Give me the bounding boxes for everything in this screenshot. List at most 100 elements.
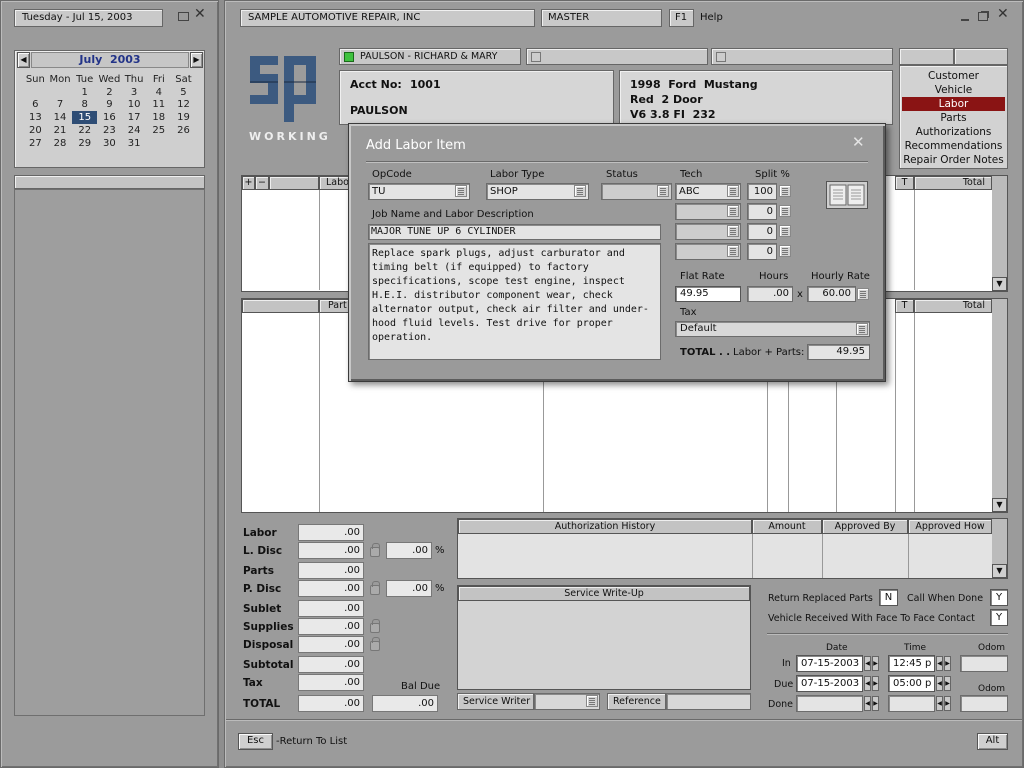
calendar-day[interactable]: 28 <box>48 137 73 150</box>
calendar-day[interactable]: 25 <box>146 124 171 137</box>
call-when-done-field[interactable]: Y <box>990 589 1008 606</box>
tab-3[interactable] <box>711 48 893 65</box>
split-field[interactable]: 100 <box>747 183 777 200</box>
reference-field[interactable] <box>666 693 751 710</box>
calendar-day[interactable]: 2 <box>97 86 122 99</box>
customer-tab[interactable]: PAULSON - RICHARD & MARY <box>339 48 521 65</box>
done-date-next-icon[interactable]: ▶ <box>872 696 879 711</box>
calendar-day[interactable]: 30 <box>97 137 122 150</box>
tax-list-icon[interactable] <box>856 323 868 335</box>
parts-scroll-down-icon[interactable]: ▼ <box>992 498 1007 512</box>
description-field[interactable]: Replace spark plugs, adjust carburator a… <box>368 243 661 360</box>
close-icon[interactable]: ✕ <box>194 7 206 21</box>
minimize-icon[interactable] <box>961 19 969 21</box>
in-date-prev-icon[interactable]: ◀ <box>864 656 871 671</box>
calendar-day[interactable]: 9 <box>97 99 122 112</box>
in-odom-field[interactable] <box>960 655 1008 672</box>
calendar-day[interactable]: 14 <box>48 111 73 124</box>
tech-list-icon[interactable] <box>727 245 739 257</box>
tech-list-icon[interactable] <box>727 185 739 197</box>
parts-scrollbar[interactable] <box>992 299 1007 512</box>
calendar-day[interactable]: 27 <box>23 137 48 150</box>
left-list[interactable] <box>14 189 205 716</box>
opcode-list-icon[interactable] <box>455 185 467 197</box>
calendar-day[interactable]: 24 <box>122 124 147 137</box>
calendar-day[interactable]: 12 <box>171 99 196 112</box>
service-writer-list-icon[interactable] <box>586 695 598 707</box>
lock-icon[interactable] <box>370 543 380 557</box>
labortype-list-icon[interactable] <box>574 185 586 197</box>
calendar-day[interactable]: 6 <box>23 99 48 112</box>
in-date-next-icon[interactable]: ▶ <box>872 656 879 671</box>
side-menu-item-labor[interactable]: Labor <box>902 97 1005 111</box>
calendar-day[interactable]: 21 <box>48 124 73 137</box>
due-date-field[interactable]: 07-15-2003 <box>796 675 863 692</box>
parts-col-t[interactable]: T <box>895 299 914 313</box>
calendar-day[interactable]: 10 <box>122 99 147 112</box>
hourly-field[interactable]: 60.00 <box>807 286 856 302</box>
side-menu-item-parts[interactable]: Parts <box>902 111 1005 125</box>
lock-icon[interactable] <box>370 581 380 595</box>
summary-value[interactable]: .00 <box>298 524 364 541</box>
auth-col-approved-by[interactable]: Approved By <box>822 519 908 534</box>
calendar-day[interactable]: 7 <box>48 99 73 112</box>
tab-2[interactable] <box>526 48 708 65</box>
calendar-day[interactable]: 13 <box>23 111 48 124</box>
auth-col-approved-how[interactable]: Approved How <box>908 519 992 534</box>
calendar-day[interactable]: 1 <box>72 86 97 99</box>
lock-icon[interactable] <box>370 619 380 633</box>
split-field[interactable]: 0 <box>747 223 777 240</box>
remove-row-button[interactable]: − <box>255 176 269 190</box>
done-date-field[interactable] <box>796 695 863 712</box>
calendar-day[interactable]: 16 <box>97 111 122 124</box>
auth-scroll-down-icon[interactable]: ▼ <box>992 564 1007 578</box>
done-time-next-icon[interactable]: ▶ <box>944 696 951 711</box>
calendar-day[interactable]: 3 <box>122 86 147 99</box>
summary-value[interactable]: .00 <box>298 674 364 691</box>
job-name-field[interactable]: MAJOR TUNE UP 6 CYLINDER <box>368 224 661 240</box>
summary-value[interactable]: .00 <box>298 562 364 579</box>
side-menu-item-authorizations[interactable]: Authorizations <box>902 125 1005 139</box>
esc-button[interactable]: Esc <box>238 733 273 750</box>
auth-col-amount[interactable]: Amount <box>752 519 822 534</box>
prev-month-button[interactable]: ◀ <box>17 52 30 68</box>
face-to-face-field[interactable]: Y <box>990 609 1008 626</box>
calendar-day[interactable]: 8 <box>72 99 97 112</box>
window-restore-icon[interactable] <box>178 12 189 21</box>
in-time-prev-icon[interactable]: ◀ <box>936 656 943 671</box>
side-menu-item-customer[interactable]: Customer <box>902 69 1005 83</box>
menu-tab-a[interactable] <box>899 48 954 65</box>
hourly-list-icon[interactable] <box>857 288 869 300</box>
calendar-day-selected[interactable]: 15 <box>72 111 98 125</box>
side-menu-item-vehicle[interactable]: Vehicle <box>902 83 1005 97</box>
tax-field[interactable]: Default <box>675 321 870 337</box>
due-date-prev-icon[interactable]: ◀ <box>864 676 871 691</box>
return-parts-field[interactable]: N <box>879 589 898 606</box>
due-time-next-icon[interactable]: ▶ <box>944 676 951 691</box>
labor-col-t[interactable]: T <box>895 176 914 190</box>
in-time-field[interactable]: 12:45 p <box>888 655 935 672</box>
summary-value[interactable]: .00 <box>298 656 364 673</box>
alt-button[interactable]: Alt <box>977 733 1008 750</box>
labor-scrollbar[interactable] <box>992 176 1007 291</box>
calendar-day[interactable]: 29 <box>72 137 97 150</box>
in-date-field[interactable]: 07-15-2003 <box>796 655 863 672</box>
calendar-day[interactable]: 31 <box>122 137 147 150</box>
hours-field[interactable]: .00 <box>747 286 793 302</box>
done-time-field[interactable] <box>888 695 935 712</box>
add-row-button[interactable]: + <box>242 176 255 190</box>
calendar-day[interactable]: 22 <box>72 124 97 137</box>
due-time-field[interactable]: 05:00 p <box>888 675 935 692</box>
maximize-icon[interactable] <box>978 12 988 21</box>
close-window-icon[interactable]: ✕ <box>997 7 1009 21</box>
split-list-icon[interactable] <box>779 185 791 197</box>
next-month-button[interactable]: ▶ <box>190 52 203 68</box>
split-list-icon[interactable] <box>779 225 791 237</box>
summary-value[interactable]: .00 <box>298 636 364 653</box>
menu-tab-b[interactable] <box>954 48 1008 65</box>
lock-icon[interactable] <box>370 637 380 651</box>
split-field[interactable]: 0 <box>747 243 777 260</box>
in-time-next-icon[interactable]: ▶ <box>944 656 951 671</box>
tech-list-icon[interactable] <box>727 205 739 217</box>
calendar-day[interactable]: 11 <box>146 99 171 112</box>
